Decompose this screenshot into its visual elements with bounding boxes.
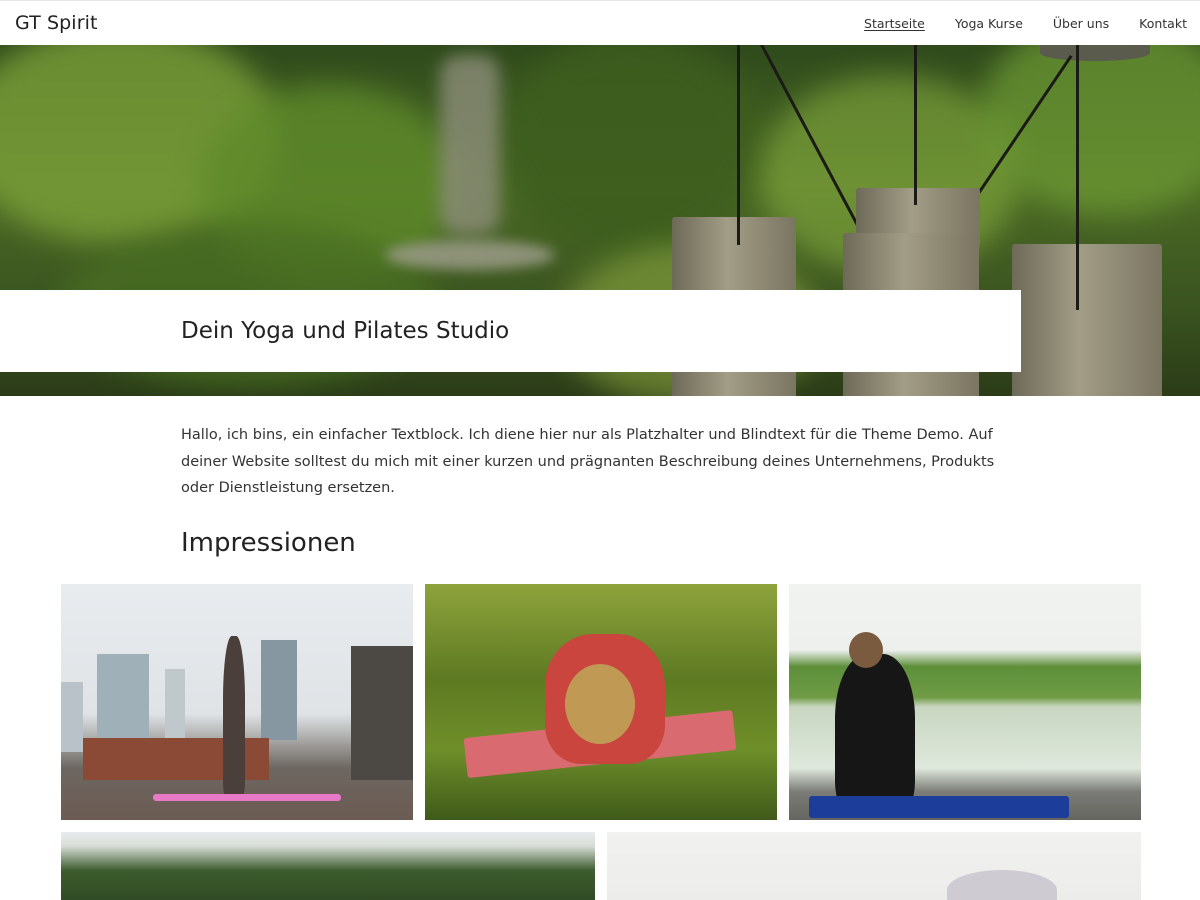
site-title[interactable]: GT Spirit	[15, 12, 98, 34]
gallery-image-landscape[interactable]	[61, 832, 595, 900]
gallery-title: Impressionen	[181, 528, 356, 558]
hero-banner: Dein Yoga und Pilates Studio	[0, 45, 1200, 396]
gallery-image-yoga-rooftop[interactable]	[61, 584, 413, 820]
intro-text: Hallo, ich bins, ein einfacher Textblock…	[181, 427, 995, 496]
gallery-image-yoga-grass[interactable]	[425, 584, 777, 820]
hero-title-box: Dein Yoga und Pilates Studio	[0, 290, 1021, 372]
gallery-image-yoga-lake[interactable]	[789, 584, 1141, 820]
hero-title: Dein Yoga und Pilates Studio	[181, 318, 510, 344]
nav-item-ueber-uns[interactable]: Über uns	[1053, 16, 1109, 31]
main-nav: Startseite Yoga Kurse Über uns Kontakt	[834, 16, 1187, 31]
nav-item-yoga-kurse[interactable]: Yoga Kurse	[955, 16, 1023, 31]
nav-item-kontakt[interactable]: Kontakt	[1139, 16, 1187, 31]
nav-item-startseite[interactable]: Startseite	[864, 16, 925, 31]
site-header: GT Spirit Startseite Yoga Kurse Über uns…	[0, 0, 1200, 45]
gallery-image-portrait[interactable]	[607, 832, 1141, 900]
